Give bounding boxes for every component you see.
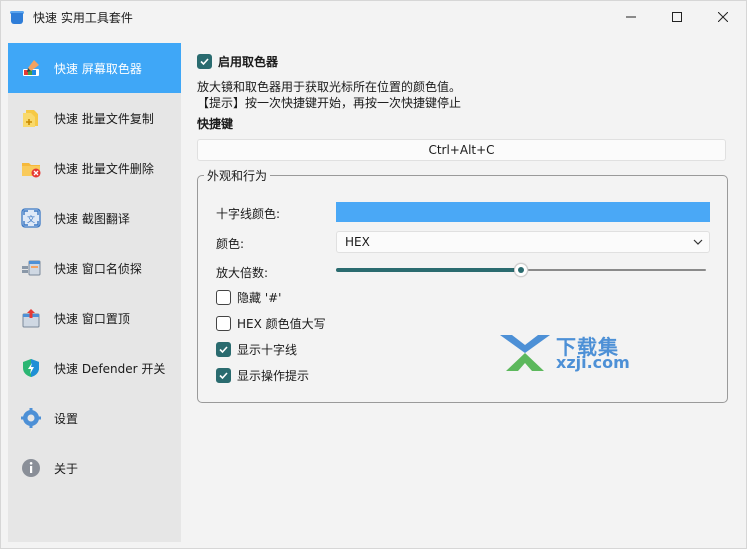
sidebar-item-file-copy[interactable]: 快速 批量文件复制 bbox=[8, 93, 181, 143]
sidebar-item-label: 快速 批量文件删除 bbox=[54, 161, 154, 176]
show-tips-checkbox[interactable]: 显示操作提示 bbox=[216, 367, 309, 384]
minimize-button[interactable] bbox=[608, 1, 654, 33]
hotkey-input[interactable]: Ctrl+Alt+C bbox=[197, 139, 726, 161]
maximize-button[interactable] bbox=[654, 1, 700, 33]
enable-label: 启用取色器 bbox=[218, 55, 279, 69]
window-detective-icon bbox=[20, 257, 42, 279]
hotkey-value: Ctrl+Alt+C bbox=[428, 143, 495, 157]
sidebar-item-label: 快速 截图翻译 bbox=[54, 211, 130, 226]
enable-color-picker-checkbox[interactable]: 启用取色器 bbox=[197, 53, 732, 70]
sidebar-item-label: 设置 bbox=[54, 411, 79, 426]
crosshair-color-label: 十字线颜色: bbox=[216, 207, 281, 221]
app-window: 快速 实用工具套件 快速 屏幕取色器 快速 批量文件复制 快速 批量文件删除 文… bbox=[0, 0, 747, 549]
chevron-down-icon bbox=[693, 239, 703, 245]
group-legend: 外观和行为 bbox=[204, 167, 271, 184]
option-label: 隐藏 '#' bbox=[237, 291, 282, 305]
sidebar-item-screenshot-translate[interactable]: 文 快速 截图翻译 bbox=[8, 193, 181, 243]
color-format-label: 颜色: bbox=[216, 237, 245, 251]
sidebar-item-about[interactable]: 关于 bbox=[8, 443, 181, 493]
app-logo-icon bbox=[9, 9, 25, 25]
defender-shield-icon bbox=[20, 357, 42, 379]
zoom-slider[interactable] bbox=[336, 260, 706, 280]
hotkey-heading: 快捷键 bbox=[197, 117, 234, 131]
option-label: 显示操作提示 bbox=[237, 369, 310, 383]
checkbox-checked-icon bbox=[197, 54, 212, 69]
hex-uppercase-checkbox[interactable]: HEX 颜色值大写 bbox=[216, 315, 326, 332]
sidebar: 快速 屏幕取色器 快速 批量文件复制 快速 批量文件删除 文 快速 截图翻译 快… bbox=[8, 43, 181, 542]
sidebar-item-window-detective[interactable]: 快速 窗口名侦探 bbox=[8, 243, 181, 293]
sidebar-item-settings[interactable]: 设置 bbox=[8, 393, 181, 443]
color-format-dropdown[interactable]: HEX bbox=[336, 231, 710, 253]
svg-text:文: 文 bbox=[27, 214, 35, 224]
maximize-icon bbox=[672, 12, 682, 22]
appearance-group: 外观和行为 十字线颜色: 颜色: HEX 放大倍数: 隐藏 '#' HEX 颜色… bbox=[197, 167, 728, 403]
sidebar-item-defender[interactable]: 快速 Defender 开关 bbox=[8, 343, 181, 393]
option-label: 显示十字线 bbox=[237, 343, 298, 357]
option-label: HEX 颜色值大写 bbox=[237, 317, 326, 331]
settings-gear-icon bbox=[20, 407, 42, 429]
close-button[interactable] bbox=[700, 1, 746, 33]
file-delete-icon bbox=[20, 157, 42, 179]
watermark-logo-icon bbox=[500, 335, 550, 371]
zoom-label: 放大倍数: bbox=[216, 266, 269, 280]
file-copy-icon bbox=[20, 107, 42, 129]
sidebar-item-label: 快速 屏幕取色器 bbox=[54, 61, 142, 76]
sidebar-item-label: 快速 批量文件复制 bbox=[54, 111, 154, 126]
main-content: 启用取色器 放大镜和取色器用于获取光标所在位置的颜色值。 【提示】按一次快捷键开… bbox=[197, 53, 732, 132]
window-title: 快速 实用工具套件 bbox=[33, 10, 133, 25]
sidebar-item-file-delete[interactable]: 快速 批量文件删除 bbox=[8, 143, 181, 193]
sidebar-item-label: 关于 bbox=[54, 461, 79, 476]
sidebar-item-color-picker[interactable]: 快速 屏幕取色器 bbox=[8, 43, 181, 93]
color-picker-icon bbox=[20, 57, 42, 79]
slider-track-filled bbox=[336, 268, 521, 272]
checkbox-checked-icon bbox=[216, 342, 231, 357]
sidebar-item-label: 快速 窗口置顶 bbox=[54, 311, 130, 326]
watermark-url: xzji.com bbox=[556, 353, 630, 372]
sidebar-item-label: 快速 Defender 开关 bbox=[54, 361, 166, 376]
minimize-icon bbox=[626, 16, 636, 18]
checkbox-checked-icon bbox=[216, 368, 231, 383]
color-format-value: HEX bbox=[345, 235, 370, 249]
watermark: 下载集 xzji.com bbox=[498, 331, 638, 375]
sidebar-item-window-pin[interactable]: 快速 窗口置顶 bbox=[8, 293, 181, 343]
screenshot-translate-icon: 文 bbox=[20, 207, 42, 229]
sidebar-item-label: 快速 窗口名侦探 bbox=[54, 261, 142, 276]
tip-text: 【提示】按一次快捷键开始，再按一次快捷键停止 bbox=[197, 96, 462, 110]
crosshair-color-swatch[interactable] bbox=[336, 202, 710, 222]
info-icon bbox=[20, 457, 42, 479]
show-crosshair-checkbox[interactable]: 显示十字线 bbox=[216, 341, 297, 358]
hide-hash-checkbox[interactable]: 隐藏 '#' bbox=[216, 289, 281, 306]
checkbox-unchecked-icon bbox=[216, 290, 231, 305]
description-text: 放大镜和取色器用于获取光标所在位置的颜色值。 bbox=[197, 80, 462, 94]
close-icon bbox=[718, 12, 728, 22]
slider-thumb[interactable] bbox=[514, 263, 528, 277]
slider-track-empty bbox=[528, 269, 706, 271]
title-bar: 快速 实用工具套件 bbox=[1, 1, 746, 33]
checkbox-unchecked-icon bbox=[216, 316, 231, 331]
window-pin-icon bbox=[20, 307, 42, 329]
